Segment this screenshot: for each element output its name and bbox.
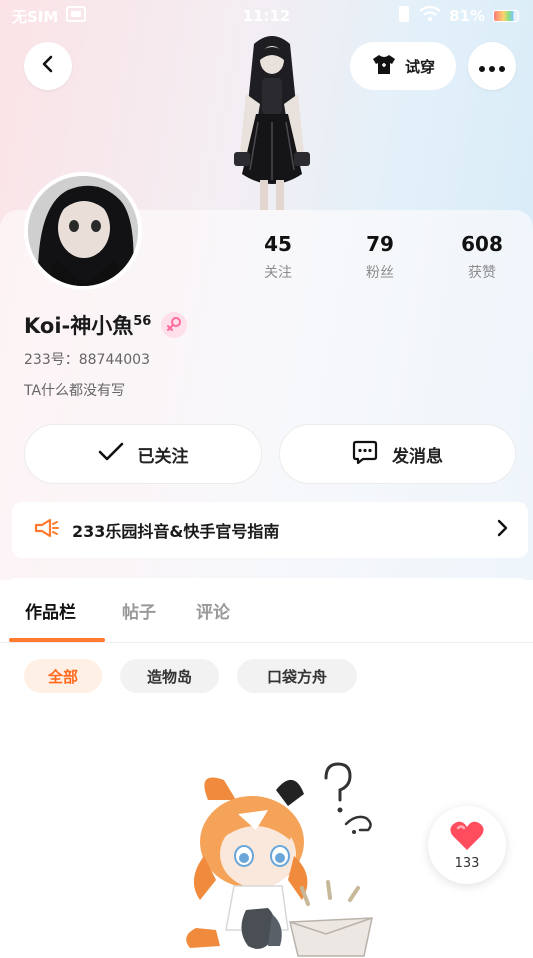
following-count: 45 [264,232,292,256]
following-label: 关注 [264,265,292,281]
sim-icon [66,6,87,26]
battery-percent: 81% [449,7,485,25]
followed-label: 已关注 [137,446,189,467]
shirt-icon [371,53,397,79]
tab-comments[interactable]: 评论 [196,598,230,623]
wifi-icon [419,5,441,26]
status-bar: 无SIM 11:12 81% [0,0,533,32]
empty-state-illustration [186,762,373,957]
try-on-button[interactable]: 试穿 [350,42,456,90]
check-icon [98,442,124,467]
avatar-image [28,176,138,286]
tab-works[interactable]: 作品栏 [25,598,76,623]
followers-label: 粉丝 [366,265,394,281]
notice-text: 233乐园抖音&快手官号指南 [72,522,280,541]
like-count: 133 [454,855,480,871]
back-icon [39,55,57,77]
megaphone-icon [34,517,60,543]
chat-icon [352,439,378,470]
more-icon [479,57,505,76]
try-on-label: 试穿 [404,57,435,76]
filter-all[interactable]: 全部 [24,659,102,693]
likes-count: 608 [461,232,503,256]
character-avatar [234,36,310,212]
status-time: 11:12 [242,7,291,25]
tab-posts[interactable]: 帖子 [122,598,156,623]
battery-icon [493,10,519,22]
stat-followers[interactable]: 79 粉丝 [340,232,420,282]
chevron-right-icon [496,519,508,541]
stat-likes[interactable]: 608 获赞 [442,232,522,282]
nickname-row: Koi-神小魚56 [24,310,188,340]
message-button[interactable]: 发消息 [279,424,516,484]
message-label: 发消息 [392,446,443,467]
gender-badge [161,312,188,338]
user-id: 233号：88744003 [24,352,150,368]
likes-label: 获赞 [468,265,496,281]
followers-count: 79 [366,232,394,256]
tab-divider [0,642,533,643]
filter-creation-island[interactable]: 造物岛 [120,659,219,693]
filter-pocket-ark[interactable]: 口袋方舟 [237,659,357,693]
vibrate-icon [397,5,411,27]
level-text: 56 [133,314,152,329]
like-button[interactable]: 133 [428,806,506,884]
heart-icon [449,820,485,856]
back-button[interactable] [24,42,72,90]
stat-following[interactable]: 45 关注 [238,232,318,282]
female-icon [166,313,182,337]
notice-banner[interactable]: 233乐园抖音&快手官号指南 [12,502,528,558]
followed-button[interactable]: 已关注 [24,424,262,484]
bio: TA什么都没有写 [24,383,126,399]
nickname: Koi-神小魚56 [24,310,151,340]
carrier-text: 无SIM [12,7,59,26]
more-button[interactable] [468,42,516,90]
nickname-text: Koi-神小魚 [24,314,134,338]
avatar[interactable] [24,172,142,290]
